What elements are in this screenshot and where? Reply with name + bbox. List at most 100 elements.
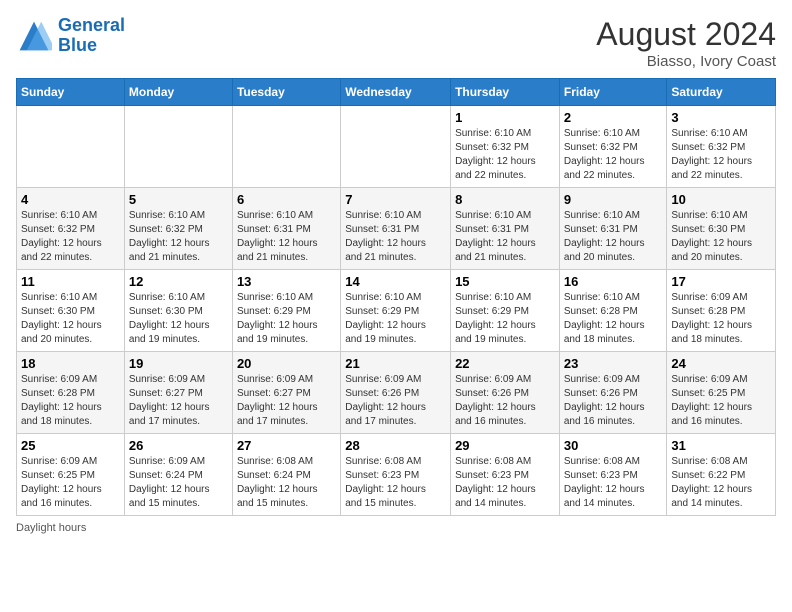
day-info: Sunrise: 6:10 AMSunset: 6:32 PMDaylight:… [564,127,663,183]
day-info: Sunrise: 6:10 AMSunset: 6:31 PMDaylight:… [564,209,663,265]
day-info: Sunrise: 6:10 AMSunset: 6:31 PMDaylight:… [237,209,336,265]
day-number: 14 [345,274,446,289]
calendar-cell [341,106,451,188]
calendar-cell: 14 Sunrise: 6:10 AMSunset: 6:29 PMDayligh… [341,270,451,352]
day-number: 18 [21,356,120,371]
daylight-hours-label: Daylight hours [16,522,86,534]
day-number: 7 [345,192,446,207]
day-info: Sunrise: 6:10 AMSunset: 6:32 PMDaylight:… [21,209,120,265]
calendar-cell: 21 Sunrise: 6:09 AMSunset: 6:26 PMDayligh… [341,352,451,434]
day-info: Sunrise: 6:09 AMSunset: 6:24 PMDaylight:… [129,455,228,511]
day-info: Sunrise: 6:08 AMSunset: 6:23 PMDaylight:… [455,455,555,511]
day-info: Sunrise: 6:08 AMSunset: 6:22 PMDaylight:… [671,455,771,511]
col-header-tuesday: Tuesday [232,79,340,106]
calendar-cell: 22Sunrise: 6:09 AMSunset: 6:26 PMDayligh… [451,352,560,434]
day-info: Sunrise: 6:10 AMSunset: 6:32 PMDaylight:… [129,209,228,265]
calendar-cell: 16 Sunrise: 6:10 AMSunset: 6:28 PMDayligh… [559,270,667,352]
day-number: 5 [129,192,228,207]
col-header-friday: Friday [559,79,667,106]
day-number: 30 [564,438,663,453]
day-number: 31 [671,438,771,453]
generalblue-logo-icon [16,18,52,54]
day-number: 6 [237,192,336,207]
logo: General Blue [16,16,125,56]
calendar-cell: 1 Sunrise: 6:10 AMSunset: 6:32 PMDaylight… [451,106,560,188]
week-row-4: 18 Sunrise: 6:09 AMSunset: 6:28 PMDayligh… [17,352,776,434]
day-info: Sunrise: 6:08 AMSunset: 6:23 PMDaylight:… [345,455,446,511]
day-number: 25 [21,438,120,453]
calendar-cell: 9 Sunrise: 6:10 AMSunset: 6:31 PMDaylight… [559,188,667,270]
day-number: 22 [455,356,555,371]
calendar-cell [232,106,340,188]
day-number: 1 [455,110,555,125]
day-number: 8 [455,192,555,207]
col-header-saturday: Saturday [667,79,776,106]
day-number: 9 [564,192,663,207]
calendar-cell: 15 Sunrise: 6:10 AMSunset: 6:29 PMDayligh… [451,270,560,352]
day-info: Sunrise: 6:09 AMSunset: 6:27 PMDaylight:… [129,373,228,429]
calendar-cell: 29 Sunrise: 6:08 AMSunset: 6:23 PMDayligh… [451,434,560,516]
day-info: Sunrise: 6:08 AMSunset: 6:24 PMDaylight:… [237,455,336,511]
day-info: Sunrise: 6:10 AMSunset: 6:30 PMDaylight:… [129,291,228,347]
day-info: Sunrise: 6:08 AMSunset: 6:23 PMDaylight:… [564,455,663,511]
calendar-cell [17,106,125,188]
page-subtitle: Biasso, Ivory Coast [596,53,776,70]
col-header-wednesday: Wednesday [341,79,451,106]
day-info: Sunrise: 6:09 AMSunset: 6:28 PMDaylight:… [21,373,120,429]
day-info: Sunrise: 6:10 AMSunset: 6:30 PMDaylight:… [21,291,120,347]
week-row-1: 1 Sunrise: 6:10 AMSunset: 6:32 PMDaylight… [17,106,776,188]
day-info: Sunrise: 6:10 AMSunset: 6:31 PMDaylight:… [455,209,555,265]
calendar-cell: 25 Sunrise: 6:09 AMSunset: 6:25 PMDayligh… [17,434,125,516]
day-info: Sunrise: 6:10 AMSunset: 6:29 PMDaylight:… [237,291,336,347]
day-number: 20 [237,356,336,371]
calendar-cell: 5 Sunrise: 6:10 AMSunset: 6:32 PMDaylight… [124,188,232,270]
day-number: 23 [564,356,663,371]
page-title: August 2024 [596,16,776,53]
day-info: Sunrise: 6:10 AMSunset: 6:29 PMDaylight:… [345,291,446,347]
day-info: Sunrise: 6:10 AMSunset: 6:32 PMDaylight:… [671,127,771,183]
day-info: Sunrise: 6:09 AMSunset: 6:27 PMDaylight:… [237,373,336,429]
calendar-cell: 4Sunrise: 6:10 AMSunset: 6:32 PMDaylight… [17,188,125,270]
day-number: 27 [237,438,336,453]
calendar-cell: 12 Sunrise: 6:10 AMSunset: 6:30 PMDayligh… [124,270,232,352]
calendar-cell: 3Sunrise: 6:10 AMSunset: 6:32 PMDaylight… [667,106,776,188]
calendar-cell: 11Sunrise: 6:10 AMSunset: 6:30 PMDayligh… [17,270,125,352]
calendar-cell: 30 Sunrise: 6:08 AMSunset: 6:23 PMDayligh… [559,434,667,516]
calendar-cell: 17Sunrise: 6:09 AMSunset: 6:28 PMDayligh… [667,270,776,352]
day-info: Sunrise: 6:10 AMSunset: 6:28 PMDaylight:… [564,291,663,347]
day-number: 19 [129,356,228,371]
calendar-cell: 18 Sunrise: 6:09 AMSunset: 6:28 PMDayligh… [17,352,125,434]
calendar-cell: 2Sunrise: 6:10 AMSunset: 6:32 PMDaylight… [559,106,667,188]
day-info: Sunrise: 6:10 AMSunset: 6:31 PMDaylight:… [345,209,446,265]
day-number: 15 [455,274,555,289]
day-number: 28 [345,438,446,453]
day-info: Sunrise: 6:09 AMSunset: 6:28 PMDaylight:… [671,291,771,347]
calendar-cell: 20 Sunrise: 6:09 AMSunset: 6:27 PMDayligh… [232,352,340,434]
title-block: August 2024 Biasso, Ivory Coast [596,16,776,70]
week-row-2: 4Sunrise: 6:10 AMSunset: 6:32 PMDaylight… [17,188,776,270]
calendar-cell: 7 Sunrise: 6:10 AMSunset: 6:31 PMDaylight… [341,188,451,270]
day-info: Sunrise: 6:10 AMSunset: 6:29 PMDaylight:… [455,291,555,347]
col-header-monday: Monday [124,79,232,106]
calendar-cell: 13Sunrise: 6:10 AMSunset: 6:29 PMDayligh… [232,270,340,352]
footer-label: Daylight hours [16,522,776,534]
day-info: Sunrise: 6:09 AMSunset: 6:25 PMDaylight:… [671,373,771,429]
calendar-cell: 6 Sunrise: 6:10 AMSunset: 6:31 PMDaylight… [232,188,340,270]
day-number: 24 [671,356,771,371]
day-number: 21 [345,356,446,371]
day-number: 29 [455,438,555,453]
week-row-5: 25 Sunrise: 6:09 AMSunset: 6:25 PMDayligh… [17,434,776,516]
calendar-cell: 8 Sunrise: 6:10 AMSunset: 6:31 PMDaylight… [451,188,560,270]
page-header: General Blue August 2024 Biasso, Ivory C… [16,16,776,70]
day-info: Sunrise: 6:10 AMSunset: 6:32 PMDaylight:… [455,127,555,183]
day-number: 16 [564,274,663,289]
week-row-3: 11Sunrise: 6:10 AMSunset: 6:30 PMDayligh… [17,270,776,352]
day-number: 12 [129,274,228,289]
day-number: 10 [671,192,771,207]
calendar-cell: 31 Sunrise: 6:08 AMSunset: 6:22 PMDayligh… [667,434,776,516]
calendar-cell: 10Sunrise: 6:10 AMSunset: 6:30 PMDayligh… [667,188,776,270]
calendar-table: SundayMondayTuesdayWednesdayThursdayFrid… [16,78,776,516]
day-info: Sunrise: 6:09 AMSunset: 6:26 PMDaylight:… [345,373,446,429]
day-info: Sunrise: 6:09 AMSunset: 6:25 PMDaylight:… [21,455,120,511]
calendar-cell [124,106,232,188]
